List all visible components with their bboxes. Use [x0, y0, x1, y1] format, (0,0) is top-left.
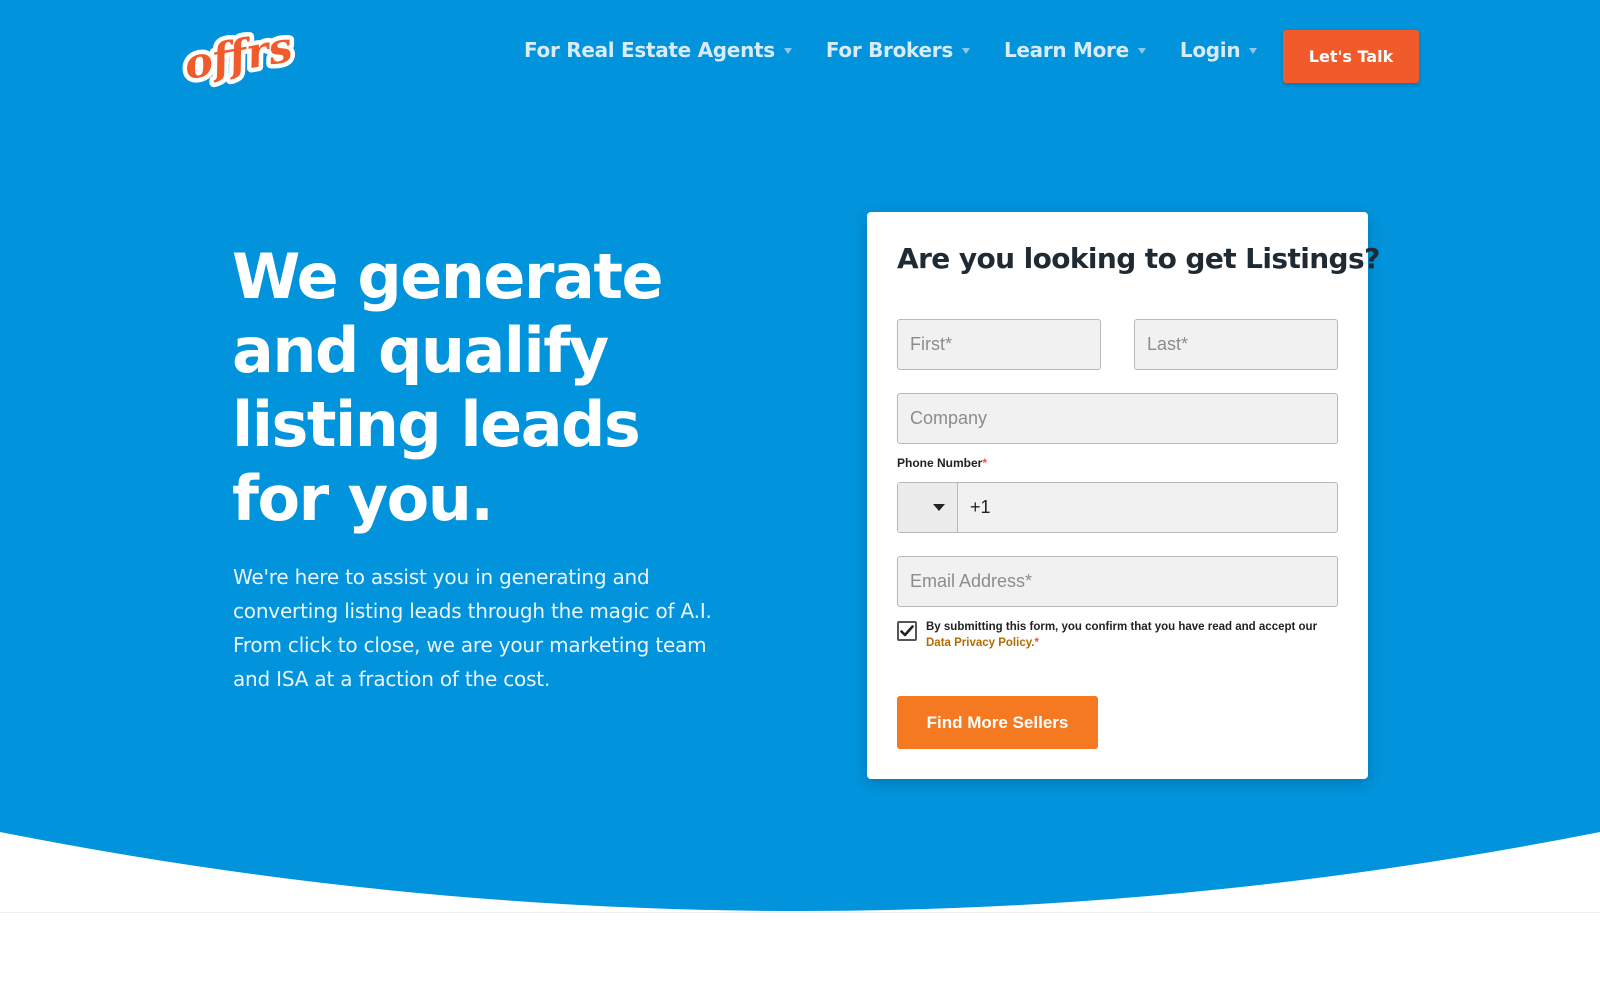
required-mark: *	[982, 456, 988, 470]
form-title: Are you looking to get Listings?	[897, 242, 1380, 275]
caret-down-icon	[1249, 48, 1258, 54]
subcopy-line: From click to close, we are your marketi…	[233, 633, 707, 657]
lead-form-card: Are you looking to get Listings? Phone N…	[867, 212, 1380, 779]
subcopy-line: and ISA at a fraction of the cost.	[233, 667, 551, 691]
nav-item-label: Learn More	[1003, 38, 1129, 62]
caret-down-icon	[1137, 48, 1146, 54]
find-more-sellers-button[interactable]: Find More Sellers	[897, 696, 1098, 749]
caret-down-icon	[932, 504, 945, 511]
offrs-logo[interactable]: offrs offrs	[178, 20, 300, 92]
email-field[interactable]	[897, 556, 1338, 607]
caret-down-icon	[783, 48, 792, 54]
consent-checkbox[interactable]	[897, 621, 917, 641]
section-divider	[0, 912, 1600, 913]
subcopy-line: converting listing leads through the mag…	[233, 599, 712, 623]
company-field[interactable]	[897, 393, 1338, 444]
nav-item-label: For Real Estate Agents	[524, 38, 775, 62]
phone-number-label: Phone Number*	[897, 456, 987, 470]
nav-item-real-estate-agents[interactable]: For Real Estate Agents	[524, 38, 792, 62]
nav-item-label: Login	[1179, 38, 1241, 62]
checkmark-icon	[900, 625, 914, 637]
phone-field-group	[897, 482, 1338, 533]
nav-item-label: For Brokers	[825, 38, 953, 62]
phone-label-text: Phone Number	[897, 456, 983, 470]
consent-statement: By submitting this form, you confirm tha…	[926, 621, 1318, 633]
country-code-select[interactable]	[898, 483, 958, 532]
consent-text: By submitting this form, you confirm tha…	[926, 619, 1338, 651]
headline-line: for you.	[232, 462, 494, 535]
main-nav: For Real Estate Agents For Brokers Learn…	[524, 38, 1291, 62]
lets-talk-button[interactable]: Let's Talk	[1283, 30, 1419, 83]
headline-line: listing leads	[232, 388, 641, 461]
hero-headline: We generate and qualify listing leads fo…	[232, 240, 752, 536]
hero-section: offrs offrs For Real Estate Agents For B…	[0, 0, 1600, 1000]
headline-line: and qualify	[232, 314, 609, 387]
nav-item-learn-more[interactable]: Learn More	[1004, 38, 1146, 62]
caret-down-icon	[961, 48, 970, 54]
nav-item-login[interactable]: Login	[1179, 38, 1258, 62]
hero-subcopy: We're here to assist you in generating a…	[233, 560, 733, 696]
phone-number-field[interactable]	[958, 483, 1337, 532]
subcopy-line: We're here to assist you in generating a…	[233, 565, 650, 589]
last-name-field[interactable]	[1134, 319, 1338, 370]
data-privacy-policy-link[interactable]: Data Privacy Policy.	[926, 637, 1034, 649]
nav-item-brokers[interactable]: For Brokers	[826, 38, 970, 62]
first-name-field[interactable]	[897, 319, 1101, 370]
svg-text:offrs: offrs	[181, 22, 296, 89]
required-mark: *	[1034, 637, 1039, 649]
consent-row: By submitting this form, you confirm tha…	[897, 619, 1338, 651]
headline-line: We generate	[232, 240, 664, 313]
